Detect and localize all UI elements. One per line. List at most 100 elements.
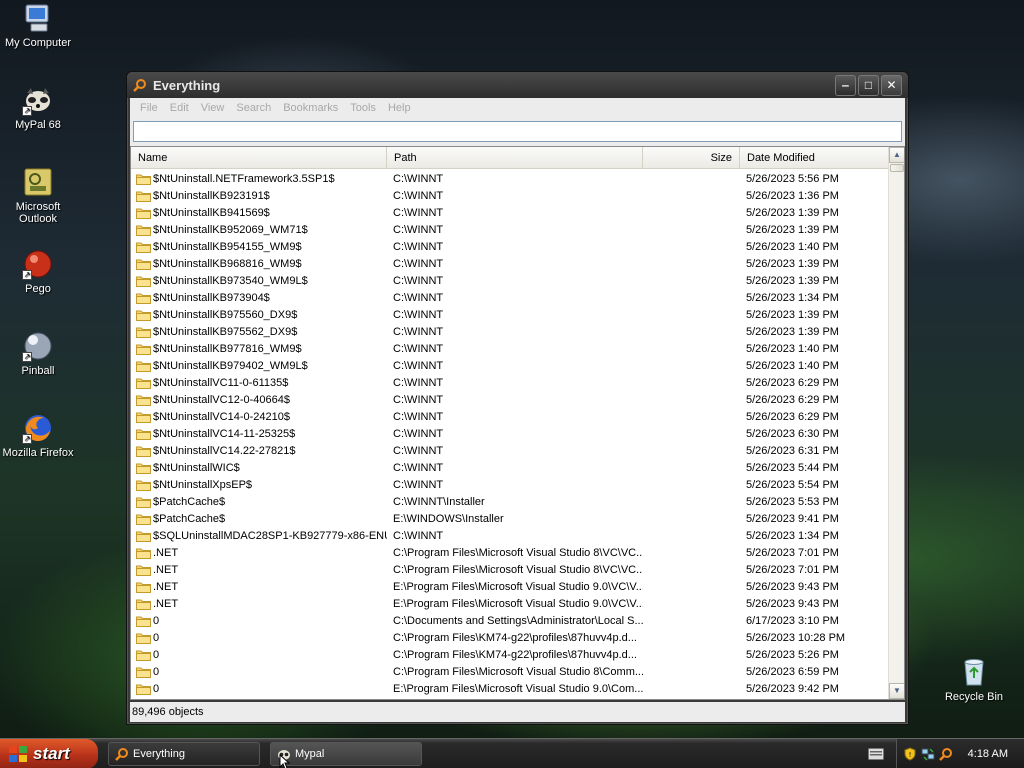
taskbar-button-everything[interactable]: Everything	[108, 741, 260, 766]
desktop-icon-mypal[interactable]: ↗ MyPal 68	[0, 84, 76, 131]
desktop-icon-label: My Computer	[4, 37, 72, 49]
result-row[interactable]: $NtUninstallKB973540_WM9L$ C:\WINNT 5/26/2…	[131, 272, 889, 289]
menu-help[interactable]: Help	[382, 102, 417, 114]
result-row[interactable]: .NET C:\Program Files\Microsoft Visual St…	[131, 561, 889, 578]
result-row[interactable]: $NtUninstallKB975562_DX9$ C:\WINNT 5/26/20…	[131, 323, 889, 340]
result-name: $PatchCache$	[131, 513, 387, 525]
scroll-up-button[interactable]: ▲	[889, 147, 904, 163]
result-row[interactable]: $SQLUninstallMDAC28SP1-KB927779-x86-ENU$…	[131, 527, 889, 544]
result-path: C:\WINNT	[393, 461, 444, 474]
result-date-modified: 5/26/2023 7:01 PM	[746, 563, 839, 576]
folder-icon	[136, 344, 151, 355]
result-row[interactable]: $NtUninstallKB968816_WM9$ C:\WINNT 5/26/20…	[131, 255, 889, 272]
menu-search[interactable]: Search	[230, 102, 277, 114]
result-name: $NtUninstallVC14-0-24210$	[131, 411, 387, 423]
minimize-button[interactable]: ‒	[835, 74, 856, 96]
result-name-text: $NtUninstallKB973540_WM9L$	[153, 274, 308, 287]
result-row[interactable]: $NtUninstallVC14.22-27821$ C:\WINNT 5/26/2…	[131, 442, 889, 459]
result-row[interactable]: $NtUninstallVC14-0-24210$ C:\WINNT 5/26/20…	[131, 408, 889, 425]
close-button[interactable]: ✕	[881, 74, 902, 96]
start-button[interactable]: start	[0, 738, 98, 768]
result-date-modified: 5/26/2023 1:40 PM	[746, 342, 839, 355]
pinball-icon: ↗	[22, 330, 54, 362]
result-row[interactable]: 0 E:\Program Files\Microsoft Visual Studi…	[131, 680, 889, 697]
result-date-modified: 5/26/2023 5:44 PM	[746, 461, 839, 474]
result-date-modified: 5/26/2023 1:39 PM	[746, 223, 839, 236]
result-row[interactable]: 0 C:\Program Files\KM74-g22\profiles\87hu…	[131, 629, 889, 646]
network-icon[interactable]	[921, 747, 935, 761]
result-row[interactable]: $NtUninstallKB979402_WM9L$ C:\WINNT 5/26/2…	[131, 357, 889, 374]
result-row[interactable]: $NtUninstallKB954155_WM9$ C:\WINNT 5/26/20…	[131, 238, 889, 255]
security-shield-icon[interactable]: !	[903, 747, 917, 761]
result-row[interactable]: $PatchCache$ C:\WINNT\Installer 5/26/2023 …	[131, 493, 889, 510]
shortcut-arrow-icon: ↗	[22, 434, 32, 444]
title-bar[interactable]: Everything ‒ □ ✕	[127, 72, 908, 98]
search-input[interactable]	[133, 121, 902, 142]
result-row[interactable]: 0 C:\Documents and Settings\Administrator…	[131, 612, 889, 629]
menu-bookmarks[interactable]: Bookmarks	[277, 102, 344, 114]
desktop-icon-outlook[interactable]: Microsoft Outlook	[0, 166, 76, 225]
result-date-modified: 5/26/2023 6:30 PM	[746, 427, 839, 440]
result-row[interactable]: .NET E:\Program Files\Microsoft Visual St…	[131, 578, 889, 595]
result-row[interactable]: $NtUninstallWIC$ C:\WINNT 5/26/2023 5:44 P…	[131, 459, 889, 476]
scroll-down-button[interactable]: ▼	[889, 683, 904, 699]
taskbar-button-label: Mypal	[295, 747, 325, 760]
result-name-text: $NtUninstallVC14.22-27821$	[153, 444, 296, 457]
result-date-modified: 5/26/2023 9:42 PM	[746, 682, 839, 695]
result-date-modified: 5/26/2023 6:29 PM	[746, 376, 839, 389]
result-name-text: 0	[153, 665, 160, 678]
result-name: $SQLUninstallMDAC28SP1-KB927779-x86-ENU$	[131, 530, 387, 542]
result-row[interactable]: 0 C:\Program Files\KM74-g22\profiles\87hu…	[131, 646, 889, 663]
maximize-button[interactable]: □	[858, 74, 879, 96]
desktop-icon-recycle-bin[interactable]: Recycle Bin	[936, 656, 1012, 703]
results-list[interactable]: Name Path Size Date Modified $NtUninstal…	[130, 146, 905, 700]
folder-icon	[136, 293, 151, 304]
result-name-text: .NET	[153, 563, 179, 576]
result-row[interactable]: $NtUninstall.NETFramework3.5SP1$ C:\WINNT…	[131, 170, 889, 187]
desktop-icon-pego[interactable]: ↗ Pego	[0, 248, 76, 295]
keyboard-icon[interactable]	[868, 748, 884, 760]
clock[interactable]: 4:18 AM	[968, 748, 1008, 760]
result-row[interactable]: .NET C:\Program Files\Microsoft Visual St…	[131, 544, 889, 561]
taskbar-button-mypal[interactable]: Mypal	[270, 741, 422, 766]
result-row[interactable]: $NtUninstallVC11-0-61135$ C:\WINNT 5/26/20…	[131, 374, 889, 391]
result-date-modified: 5/26/2023 1:36 PM	[746, 189, 839, 202]
result-row[interactable]: $NtUninstallKB975560_DX9$ C:\WINNT 5/26/20…	[131, 306, 889, 323]
menu-tools[interactable]: Tools	[344, 102, 382, 114]
result-path: C:\WINNT	[393, 172, 444, 185]
result-date-modified: 5/26/2023 1:34 PM	[746, 529, 839, 542]
desktop-icon-firefox[interactable]: ↗ Mozilla Firefox	[0, 412, 76, 459]
result-row[interactable]: $PatchCache$ E:\WINDOWS\Installer 5/26/202…	[131, 510, 889, 527]
result-path: C:\Documents and Settings\Administrator\…	[393, 614, 643, 627]
folder-icon	[136, 548, 151, 559]
result-row[interactable]: $NtUninstallKB941569$ C:\WINNT 5/26/2023 1…	[131, 204, 889, 221]
scroll-thumb[interactable]	[890, 164, 904, 172]
result-row[interactable]: $NtUninstallKB952069_WM71$ C:\WINNT 5/26/2…	[131, 221, 889, 238]
column-header-date-modified[interactable]: Date Modified	[740, 147, 889, 169]
menu-view[interactable]: View	[195, 102, 231, 114]
folder-icon	[136, 650, 151, 661]
folder-icon	[136, 616, 151, 627]
result-row[interactable]: $NtUninstallKB923191$ C:\WINNT 5/26/2023 1…	[131, 187, 889, 204]
result-row[interactable]: $NtUninstallVC12-0-40664$ C:\WINNT 5/26/20…	[131, 391, 889, 408]
menu-file[interactable]: File	[134, 102, 164, 114]
folder-icon	[136, 565, 151, 576]
menu-edit[interactable]: Edit	[164, 102, 195, 114]
desktop-icon-my-computer[interactable]: My Computer	[0, 2, 76, 49]
folder-icon	[136, 514, 151, 525]
vertical-scrollbar[interactable]: ▲ ▼	[888, 147, 904, 699]
column-header-size[interactable]: Size	[643, 147, 740, 169]
close-icon: ✕	[886, 78, 897, 92]
folder-icon	[136, 191, 151, 202]
result-row[interactable]: $NtUninstallKB977816_WM9$ C:\WINNT 5/26/20…	[131, 340, 889, 357]
column-header-path[interactable]: Path	[387, 147, 643, 169]
desktop-icon-pinball[interactable]: ↗ Pinball	[0, 330, 76, 377]
result-row[interactable]: .NET E:\Program Files\Microsoft Visual St…	[131, 595, 889, 612]
column-header-name[interactable]: Name	[131, 147, 387, 169]
result-row[interactable]: $NtUninstallXpsEP$ C:\WINNT 5/26/2023 5:54…	[131, 476, 889, 493]
result-row[interactable]: $NtUninstallKB973904$ C:\WINNT 5/26/2023 1…	[131, 289, 889, 306]
result-date-modified: 5/26/2023 6:59 PM	[746, 665, 839, 678]
result-row[interactable]: 0 C:\Program Files\Microsoft Visual Studi…	[131, 663, 889, 680]
result-row[interactable]: $NtUninstallVC14-11-25325$ C:\WINNT 5/26/2…	[131, 425, 889, 442]
magnifier-icon[interactable]	[939, 747, 953, 761]
